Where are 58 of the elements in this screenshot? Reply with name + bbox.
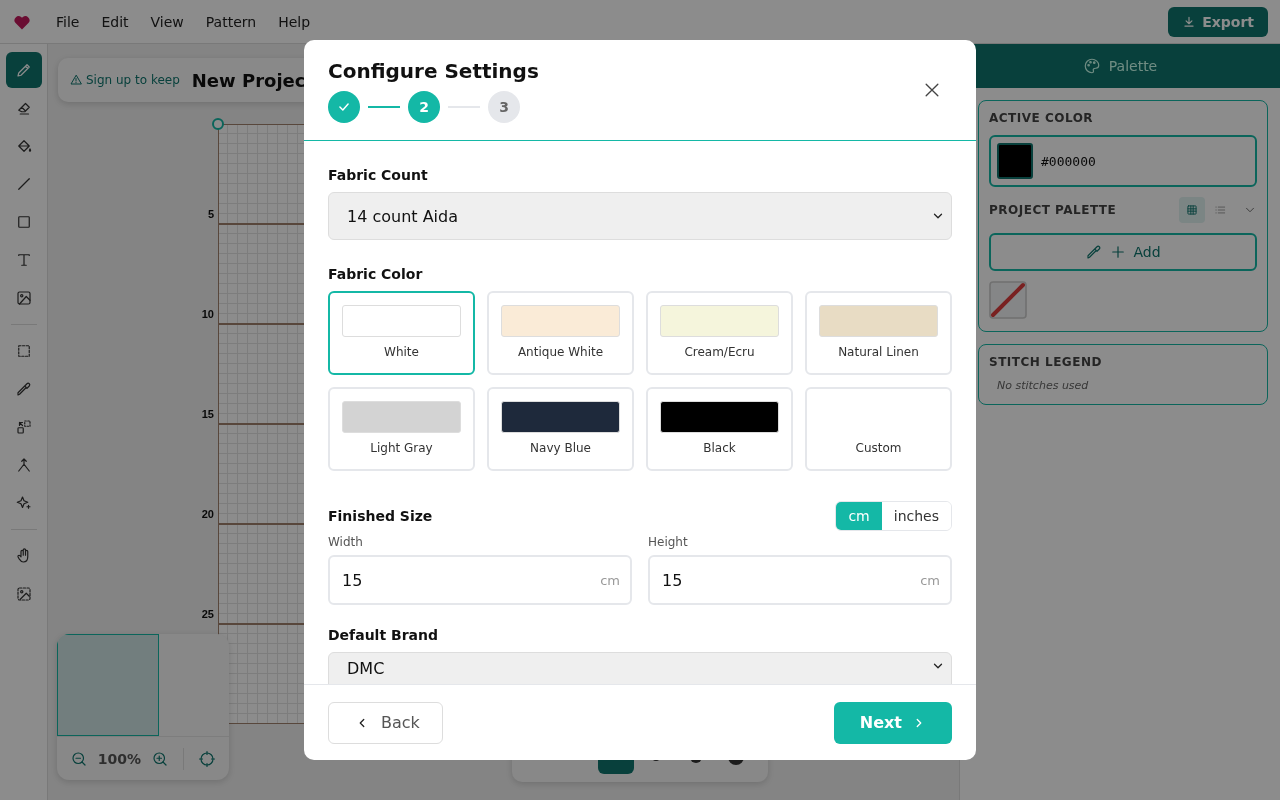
row-number: 20 — [201, 507, 214, 522]
brand-select[interactable]: DMC — [328, 652, 952, 684]
menu-item[interactable]: File — [56, 13, 80, 30]
step-indicator: 3 — [488, 91, 520, 123]
sparkle-icon — [14, 494, 33, 512]
no-color-swatch[interactable] — [989, 281, 1027, 319]
download-icon — [1182, 14, 1197, 29]
row-number: 5 — [207, 207, 214, 222]
size-input[interactable]: 15 cm — [648, 555, 952, 605]
warning-icon — [70, 74, 82, 86]
zoom-level: 100% — [97, 750, 142, 767]
menu-item[interactable]: Edit — [101, 13, 129, 30]
fabric-color-option[interactable]: Black — [646, 387, 793, 471]
grid-icon — [1185, 203, 1199, 217]
size-input[interactable]: 15 cm — [328, 555, 632, 605]
fabric-color-option[interactable]: Cream/Ecru — [646, 291, 793, 375]
step-indicator: 2 — [408, 91, 440, 123]
fabric-color-option[interactable]: White — [328, 291, 475, 375]
fabric-color-option[interactable]: Navy Blue — [487, 387, 634, 471]
fabric-color-option[interactable]: Custom — [805, 387, 952, 471]
palette-icon — [1082, 57, 1101, 75]
field-label: Finished Size — [328, 508, 433, 524]
fabric-count-select[interactable]: 14 count Aida — [328, 192, 952, 240]
fabric-color-option[interactable]: Natural Linen — [805, 291, 952, 375]
active-color-field[interactable]: #000000 — [989, 135, 1257, 187]
move-icon — [14, 418, 33, 436]
field-label: Fabric Color — [328, 266, 424, 282]
field-label: Fabric Count — [328, 167, 429, 183]
eyedropper-icon — [14, 380, 33, 398]
empty-message: No stitches used — [996, 379, 1090, 392]
pencil-tool-button[interactable] — [5, 52, 42, 88]
dialog-title: Configure Settings — [328, 59, 539, 83]
check-icon — [337, 100, 351, 114]
section-label: PROJECT PALETTE — [989, 203, 1117, 217]
menu-item[interactable]: Help — [278, 13, 311, 30]
image-icon — [14, 289, 33, 307]
section-label: STITCH LEGEND — [989, 355, 1103, 369]
fabric-color-option[interactable]: Light Gray — [328, 387, 475, 471]
grid-view-button[interactable] — [1179, 197, 1205, 223]
section-label: ACTIVE COLOR — [989, 111, 1095, 125]
field-label: Default Brand — [328, 627, 439, 643]
fabric-color-option[interactable]: Antique White — [487, 291, 634, 375]
pencil-icon — [14, 61, 33, 79]
row-number: 25 — [201, 607, 214, 622]
trace-icon — [14, 585, 33, 603]
row-number: 10 — [201, 307, 214, 322]
field-label: Width — [328, 535, 364, 549]
zoom-out-icon[interactable] — [69, 749, 88, 768]
list-icon — [1213, 203, 1227, 217]
field-label: Height — [648, 535, 689, 549]
row-number: 15 — [201, 407, 214, 422]
back-button[interactable]: Back — [328, 701, 443, 744]
add-color-button[interactable]: Add — [989, 233, 1257, 271]
origin-handle[interactable] — [212, 118, 224, 130]
menu-item[interactable]: View — [150, 13, 184, 30]
crosshair-icon[interactable] — [198, 749, 217, 768]
menu-item[interactable]: Pattern — [205, 13, 257, 30]
project-title: New Projec — [191, 69, 306, 91]
